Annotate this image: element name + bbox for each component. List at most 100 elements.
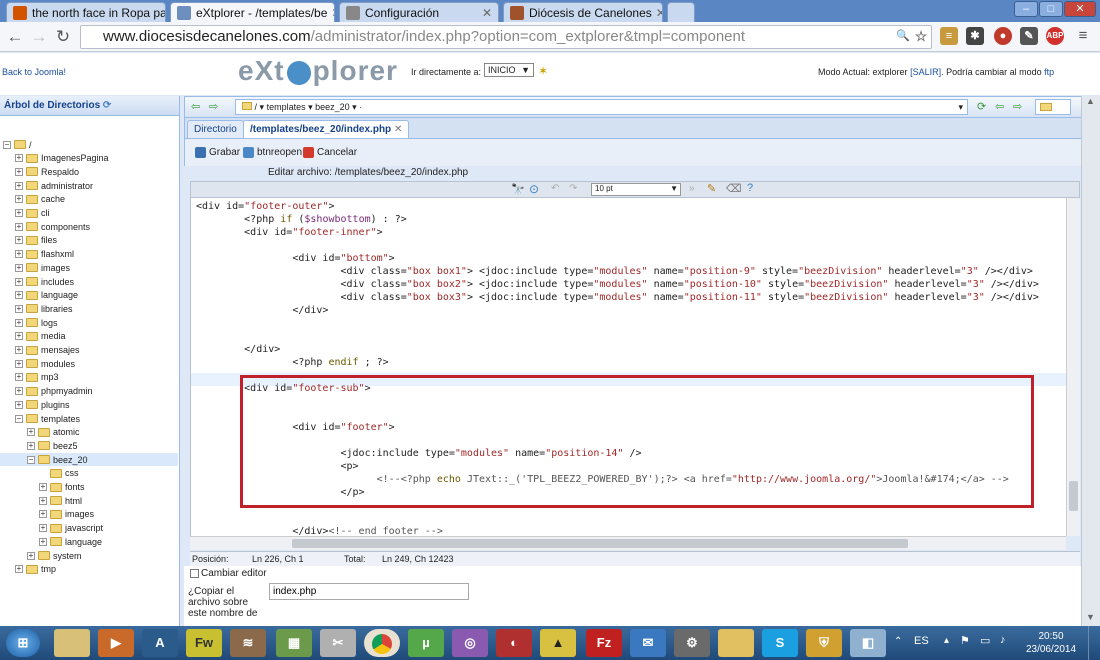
network-icon[interactable]: ▭ xyxy=(980,634,990,647)
tree-item[interactable]: + Respaldo xyxy=(0,165,79,178)
tree-item[interactable]: − templates xyxy=(0,412,80,425)
tree-item[interactable]: + flashxml xyxy=(0,248,74,261)
tree-item[interactable]: + images xyxy=(0,261,70,274)
expand-icon[interactable]: + xyxy=(15,277,23,286)
expand-icon[interactable]: + xyxy=(27,551,35,560)
expand-icon[interactable]: + xyxy=(15,154,23,163)
tree-item[interactable]: + includes xyxy=(0,275,74,288)
expand-icon[interactable]: + xyxy=(15,565,23,574)
tree-item[interactable]: + atomic xyxy=(0,426,80,439)
folder-icon[interactable] xyxy=(718,629,754,657)
expand-icon[interactable]: + xyxy=(15,250,23,259)
help-icon[interactable]: ? xyxy=(747,182,753,194)
path-crumb[interactable]: beez_20 xyxy=(315,102,350,112)
code-line[interactable]: <div class="box box3"> <jdoc:include typ… xyxy=(196,291,1038,304)
app-icon[interactable]: ≋ xyxy=(230,629,266,657)
tree-item[interactable]: + phpmyadmin xyxy=(0,385,93,398)
path-crumb[interactable]: templates xyxy=(267,102,306,112)
skype-icon[interactable]: S xyxy=(762,629,798,657)
minimize-button[interactable]: – xyxy=(1014,1,1038,17)
refresh-icon[interactable]: ⟳ xyxy=(977,100,986,113)
code-line[interactable]: </div> xyxy=(196,304,328,317)
close-icon[interactable]: ✕ xyxy=(394,124,402,135)
tree-item[interactable]: + components xyxy=(0,220,90,233)
back-to-joomla-link[interactable]: Back to Joomla! xyxy=(2,67,66,77)
calculator-icon[interactable]: ▦ xyxy=(276,629,312,657)
tree-item[interactable]: + logs xyxy=(0,316,58,329)
maximize-button[interactable]: □ xyxy=(1039,1,1063,17)
expand-icon[interactable]: + xyxy=(39,510,47,519)
back-icon[interactable]: ⇦ xyxy=(191,100,200,113)
change-editor-checkbox[interactable] xyxy=(190,569,199,578)
new-tab-button[interactable] xyxy=(667,2,695,22)
redo-icon[interactable]: ↷ xyxy=(569,183,577,194)
fireworks-icon[interactable]: Fw xyxy=(186,629,222,657)
tree-item[interactable]: + system xyxy=(0,549,82,562)
close-icon[interactable]: ✕ xyxy=(652,6,662,20)
expand-icon[interactable]: + xyxy=(15,236,23,245)
path-combo[interactable]: / ▾ templates ▾ beez_20 ▾ · ▾ xyxy=(235,99,968,115)
expand-icon[interactable]: + xyxy=(15,400,23,409)
vertical-scrollbar[interactable] xyxy=(1066,198,1080,536)
expand-icon[interactable]: + xyxy=(15,222,23,231)
expand-icon[interactable]: + xyxy=(15,304,23,313)
expand-icon[interactable]: + xyxy=(15,387,23,396)
address-bar[interactable]: www.diocesisdecanelones.com/administrato… xyxy=(80,25,932,49)
code-line[interactable]: <div id="footer-inner"> xyxy=(196,226,383,239)
scroll-down-icon[interactable]: ▼ xyxy=(1086,612,1095,622)
font-size-select[interactable]: 10 pt ▼ xyxy=(591,183,681,196)
explorer-icon[interactable] xyxy=(54,629,90,657)
tree-item[interactable]: + mensajes xyxy=(0,344,80,357)
tree-item[interactable]: + language xyxy=(0,289,78,302)
code-editor[interactable]: <div id="footer-outer"> <?php if ($showb… xyxy=(190,198,1066,536)
tree-item[interactable]: + libraries xyxy=(0,302,73,315)
tree-item[interactable]: + mp3 xyxy=(0,371,59,384)
tree-item[interactable]: + files xyxy=(0,234,57,247)
reopen-button[interactable]: btnreopen xyxy=(243,147,302,158)
ftp-mode-link[interactable]: ftp xyxy=(1044,67,1054,77)
back-icon[interactable]: ⇦ xyxy=(995,100,1004,113)
tree-item[interactable]: + fonts xyxy=(0,481,85,494)
save-button[interactable]: Grabar xyxy=(195,147,240,158)
code-line[interactable]: <?php if ($showbottom) : ?> xyxy=(196,213,407,226)
expand-icon[interactable]: + xyxy=(39,483,47,491)
highlight-icon[interactable]: » xyxy=(689,183,695,194)
expand-icon[interactable]: + xyxy=(15,373,23,382)
cancel-button[interactable]: Cancelar xyxy=(303,147,357,158)
code-line[interactable]: <div id="bottom"> xyxy=(196,252,394,265)
extension-icon[interactable]: ✎ xyxy=(1020,27,1038,45)
app-icon[interactable]: ◐ xyxy=(496,629,532,657)
app-icon[interactable]: ◧ xyxy=(850,629,886,657)
flag-icon[interactable]: ⚑ xyxy=(960,634,970,647)
media-player-icon[interactable]: ▶ xyxy=(98,629,134,657)
code-line[interactable]: </div> xyxy=(196,343,280,356)
expand-icon[interactable]: + xyxy=(15,263,23,272)
tree-item[interactable]: + administrator xyxy=(0,179,93,192)
search-icon[interactable]: 🔍 xyxy=(894,27,912,45)
volume-icon[interactable]: ♪ xyxy=(1000,634,1006,646)
close-icon[interactable]: ✕ xyxy=(327,6,334,20)
outlook-icon[interactable]: ✉ xyxy=(630,629,666,657)
bookmark-star-icon[interactable]: ✶ xyxy=(538,64,548,78)
app-icon[interactable]: ▲ xyxy=(540,629,576,657)
expand-icon[interactable]: + xyxy=(15,209,23,217)
scroll-thumb[interactable] xyxy=(1069,481,1078,511)
expand-icon[interactable]: + xyxy=(15,195,23,204)
expand-icon[interactable]: + xyxy=(39,496,47,505)
undo-icon[interactable]: ↶ xyxy=(551,183,559,194)
reload-icon[interactable]: ↻ xyxy=(52,26,74,48)
reset-icon[interactable]: ⌫ xyxy=(726,182,742,195)
chevron-up-icon[interactable]: ⌃ xyxy=(894,636,902,647)
collapse-icon[interactable]: − xyxy=(15,414,23,423)
chrome-icon[interactable] xyxy=(364,629,400,657)
tree-item[interactable]: + images xyxy=(0,508,94,521)
menu-icon[interactable]: ≡ xyxy=(1074,27,1092,45)
paint-icon[interactable]: ✂ xyxy=(320,629,356,657)
tree-item[interactable]: + media xyxy=(0,330,66,343)
filename-input[interactable] xyxy=(269,583,469,600)
clock[interactable]: 20:50 23/06/2014 xyxy=(1022,630,1080,656)
code-line[interactable]: <div id="footer-outer"> xyxy=(196,200,335,213)
change-editor-option[interactable]: Cambiar editor xyxy=(190,568,267,579)
expand-icon[interactable]: + xyxy=(15,291,23,300)
filezilla-icon[interactable]: Fz xyxy=(586,629,622,657)
